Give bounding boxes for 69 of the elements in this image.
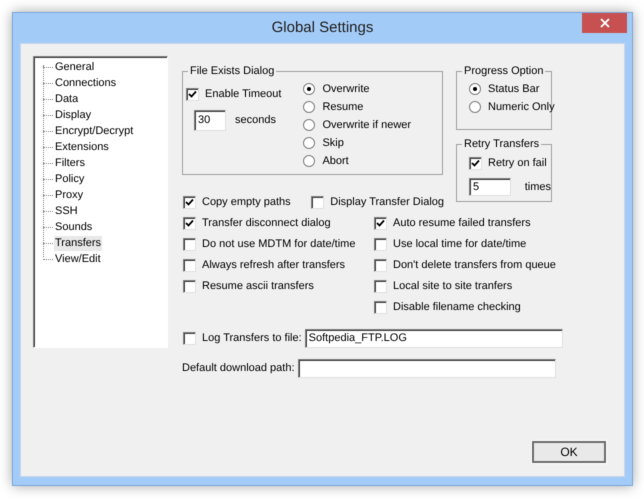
input-field[interactable]: 30 [194, 110, 226, 131]
checkbox[interactable] [469, 156, 482, 170]
checkbox-label: Local site to site tranfers [393, 278, 512, 294]
checkbox-label: Copy empty paths [202, 194, 291, 210]
tree-item[interactable]: Extensions [54, 140, 110, 154]
window-title: Global Settings [272, 18, 374, 38]
radio-label: Overwrite if newer [322, 118, 412, 133]
checkbox[interactable] [374, 238, 387, 250]
tree-item[interactable]: Sounds [54, 220, 94, 234]
tree-item[interactable]: Connections [54, 76, 118, 90]
checkbox-label: Disable filename checking [393, 300, 521, 315]
input-field[interactable]: 5 [469, 178, 511, 196]
checkbox[interactable] [183, 238, 196, 250]
tree-item[interactable]: General [54, 60, 96, 74]
checkbox-label: Transfer disconnect dialog [202, 216, 331, 231]
radio-label: Resume [322, 100, 364, 115]
checkbox-label: Use local time for date/time [393, 236, 526, 252]
checkbox-label: Enable Timeout [205, 86, 282, 102]
radio-button[interactable] [469, 101, 481, 113]
field-label: Default download path: [182, 361, 295, 376]
checkbox[interactable] [374, 258, 387, 272]
checkbox-label: Log Transfers to file: [202, 331, 302, 346]
tree-item[interactable]: SSH [54, 204, 79, 218]
radio-label: Numeric Only [488, 100, 555, 115]
unit-label: seconds [235, 113, 276, 128]
tree-item[interactable]: Filters [54, 156, 86, 170]
checkbox[interactable] [186, 88, 199, 100]
input-field[interactable] [298, 359, 556, 378]
checkbox[interactable] [183, 332, 196, 345]
checkbox[interactable] [374, 280, 387, 292]
radio-button[interactable] [303, 155, 316, 167]
group-title: File Exists Dialog [188, 64, 276, 78]
tree-item[interactable]: Proxy [54, 188, 84, 202]
tree-item[interactable]: Encrypt/Decrypt [54, 124, 134, 138]
checkbox[interactable] [183, 258, 196, 272]
checkbox[interactable] [183, 196, 196, 208]
tree-item[interactable]: Transfers [54, 236, 102, 250]
unit-label: times [524, 180, 551, 195]
checkbox-label: Always refresh after transfers [202, 258, 346, 273]
input-field[interactable]: Softpedia_FTP.LOG [304, 329, 563, 348]
checkbox[interactable] [374, 300, 387, 314]
radio-label: Skip [322, 136, 344, 151]
radio-label: Overwrite [322, 82, 370, 97]
radio-button[interactable] [303, 119, 316, 131]
tree-item[interactable]: View/Edit [54, 252, 102, 266]
checkbox-label: Retry on fail [488, 156, 547, 171]
radio-button[interactable] [303, 83, 316, 95]
group-title: Progress Option [462, 64, 546, 78]
radio-button[interactable] [469, 83, 481, 95]
checkbox-label: Do not use MDTM for date/time [202, 236, 356, 252]
ok-button[interactable]: OK [532, 441, 606, 463]
tree-item[interactable]: Data [54, 92, 80, 106]
checkbox-label: Resume ascii transfers [202, 278, 314, 294]
close-button[interactable] [582, 13, 627, 33]
radio-label: Abort [322, 154, 349, 169]
tree-item[interactable]: Display [54, 108, 92, 122]
group-title: Retry Transfers [462, 137, 542, 151]
radio-button[interactable] [303, 137, 316, 149]
radio-button[interactable] [303, 101, 316, 113]
radio-label: Status Bar [488, 82, 540, 97]
checkbox[interactable] [374, 216, 387, 230]
checkbox-label: Auto resume failed transfers [393, 216, 531, 231]
tree-item[interactable]: Policy [54, 172, 86, 186]
checkbox-label: Don't delete transfers from queue [393, 258, 556, 273]
checkbox[interactable] [183, 280, 196, 292]
checkbox[interactable] [183, 216, 196, 230]
close-icon [600, 18, 610, 28]
checkbox-label: Display Transfer Dialog [330, 194, 444, 210]
checkbox[interactable] [311, 196, 324, 208]
